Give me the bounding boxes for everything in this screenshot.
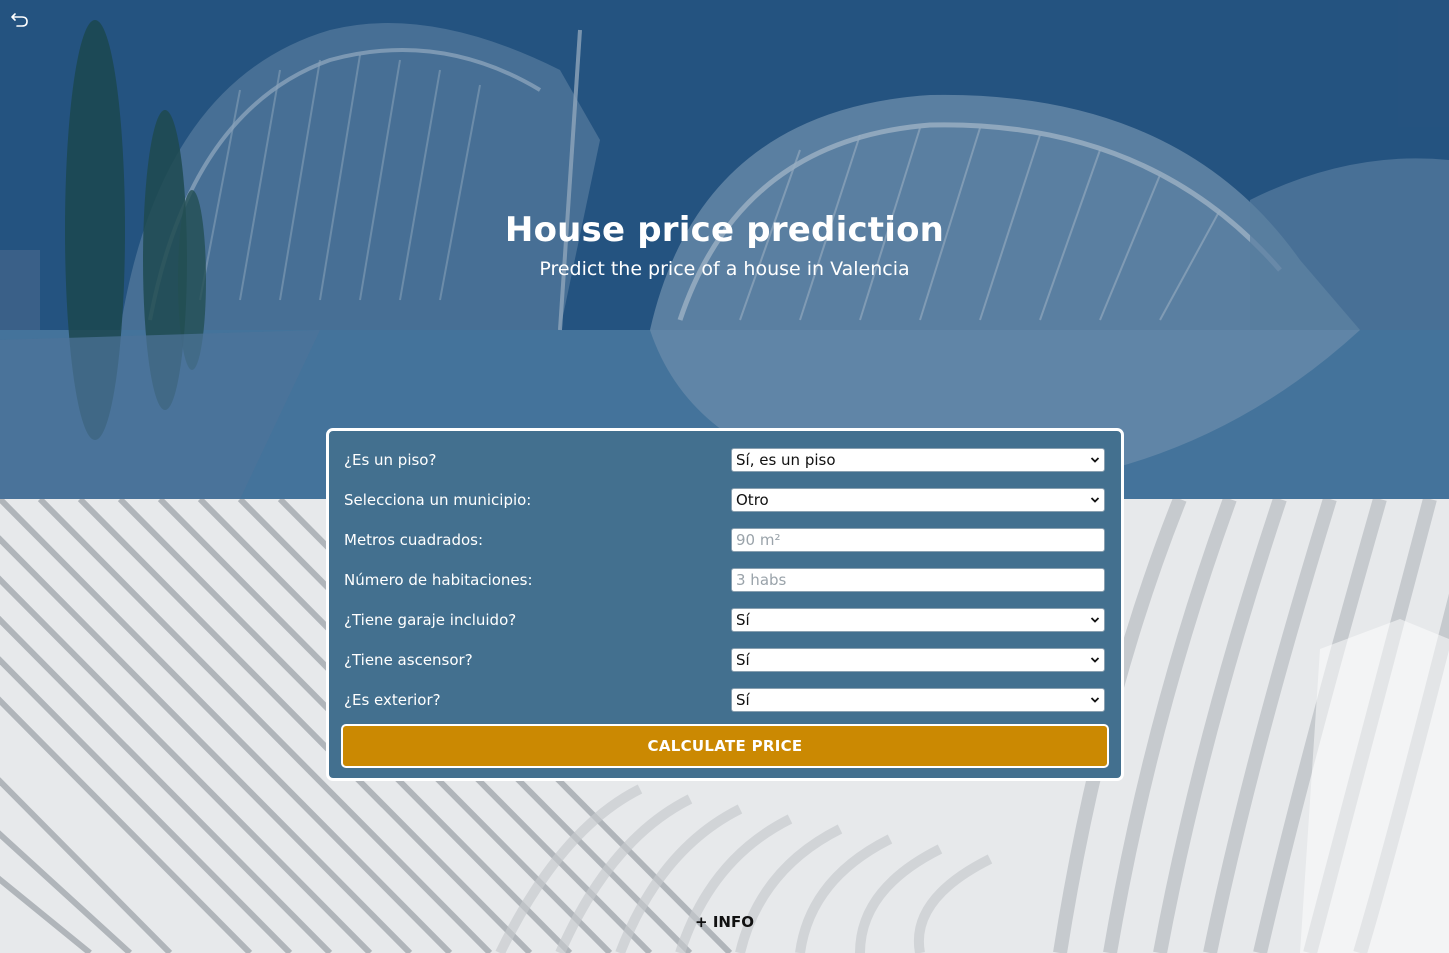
form-row-metros: Metros cuadrados: 90 m² <box>344 528 1108 554</box>
form-row-exterior: ¿Es exterior? Sí <box>344 688 1108 714</box>
exterior-label: ¿Es exterior? <box>344 691 441 709</box>
form-row-habitaciones: Número de habitaciones: 3 habs <box>344 568 1108 594</box>
prediction-form: ¿Es un piso? Sí, es un piso Selecciona u… <box>326 428 1124 781</box>
es-piso-value: Sí, es un piso <box>736 451 836 469</box>
metros-placeholder: 90 m² <box>736 531 781 549</box>
form-row-es-piso: ¿Es un piso? Sí, es un piso <box>344 448 1108 474</box>
chevron-down-icon <box>1090 497 1100 503</box>
form-row-municipio: Selecciona un municipio: Otro <box>344 488 1108 514</box>
ascensor-select[interactable]: Sí <box>731 648 1105 672</box>
chevron-down-icon <box>1090 617 1100 623</box>
page-title: House price prediction <box>504 210 945 250</box>
es-piso-select[interactable]: Sí, es un piso <box>731 448 1105 472</box>
metros-label: Metros cuadrados: <box>344 531 484 549</box>
undo-arrow-icon[interactable] <box>9 8 31 30</box>
page: House price prediction Predict the price… <box>0 0 1449 953</box>
more-info-link[interactable]: + INFO <box>0 913 1449 931</box>
garaje-value: Sí <box>736 611 750 629</box>
habitaciones-label: Número de habitaciones: <box>344 571 533 589</box>
chevron-down-icon <box>1090 457 1100 463</box>
chevron-down-icon <box>1090 657 1100 663</box>
calculate-price-button[interactable]: CALCULATE PRICE <box>341 724 1109 768</box>
habitaciones-placeholder: 3 habs <box>736 571 787 589</box>
municipio-value: Otro <box>736 491 769 509</box>
chevron-down-icon <box>1090 697 1100 703</box>
ascensor-value: Sí <box>736 651 750 669</box>
garaje-select[interactable]: Sí <box>731 608 1105 632</box>
garaje-label: ¿Tiene garaje incluido? <box>344 611 517 629</box>
metros-input[interactable]: 90 m² <box>731 528 1105 552</box>
es-piso-label: ¿Es un piso? <box>344 451 437 469</box>
ascensor-label: ¿Tiene ascensor? <box>344 651 473 669</box>
exterior-value: Sí <box>736 691 750 709</box>
form-row-garaje: ¿Tiene garaje incluido? Sí <box>344 608 1108 634</box>
page-subtitle: Predict the price of a house in Valencia <box>539 258 910 280</box>
form-row-ascensor: ¿Tiene ascensor? Sí <box>344 648 1108 674</box>
exterior-select[interactable]: Sí <box>731 688 1105 712</box>
habitaciones-input[interactable]: 3 habs <box>731 568 1105 592</box>
municipio-select[interactable]: Otro <box>731 488 1105 512</box>
municipio-label: Selecciona un municipio: <box>344 491 532 509</box>
